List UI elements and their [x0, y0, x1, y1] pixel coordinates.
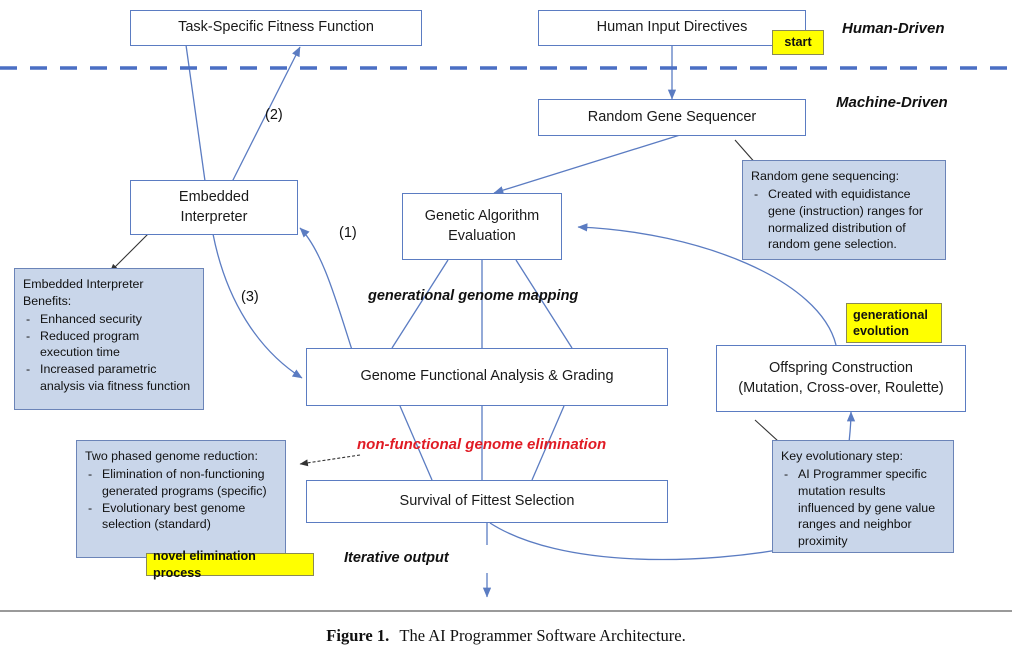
node-label-line1: Offspring Construction — [769, 360, 913, 377]
badge-generational-evolution[interactable]: generational evolution — [846, 303, 942, 343]
edge-genome-to-interpreter — [299, 227, 353, 351]
node-label: Random Gene Sequencer — [587, 108, 757, 125]
note-list: AI Programmer specific mutation results … — [781, 466, 945, 550]
edge-label-step-3: (3) — [241, 289, 259, 305]
node-offspring-construction[interactable]: Offspring Construction (Mutation, Cross-… — [716, 345, 966, 412]
note-embedded-interpreter-benefits: Embedded Interpreter Benefits: Enhanced … — [14, 268, 204, 410]
node-label: Genome Functional Analysis & Grading — [360, 368, 614, 385]
node-label: Task-Specific Fitness Function — [178, 19, 374, 36]
edge-label-iterative-output: Iterative output — [344, 550, 449, 566]
caption-label: Figure 1. — [326, 626, 390, 645]
footer-rule — [0, 610, 1012, 612]
annot-elimination-note — [299, 454, 361, 467]
note-item: AI Programmer specific mutation results … — [781, 466, 945, 550]
note-list: Created with equidistance gene (instruct… — [751, 186, 937, 253]
badge-label-line1: generational — [853, 307, 928, 322]
note-item: Elimination of non-functioning generated… — [85, 466, 277, 500]
edge-sequencer-to-ga — [493, 134, 681, 195]
badge-start[interactable]: start — [772, 30, 824, 55]
node-random-gene-sequencer[interactable]: Random Gene Sequencer — [538, 99, 806, 136]
node-embedded-interpreter[interactable]: Embedded Interpreter — [130, 180, 298, 235]
note-item: Increased parametric analysis via fitnes… — [23, 361, 195, 395]
note-header: Key evolutionary step: — [781, 449, 903, 463]
node-label-line2: Interpreter — [180, 208, 248, 225]
caption-text: The AI Programmer Software Architecture. — [399, 626, 686, 645]
lane-label-text: Machine-Driven — [836, 94, 948, 111]
annot-interpreter-note — [109, 233, 149, 273]
node-label-line1: Genetic Algorithm — [424, 208, 540, 225]
edge-label-text: non-functional genome elimination — [357, 436, 607, 453]
note-header: Two phased genome reduction: — [85, 449, 258, 463]
edge-label-text: generational genome mapping — [368, 288, 579, 304]
lane-label-text: Human-Driven — [842, 20, 945, 37]
node-label-line1: Embedded — [178, 189, 250, 206]
note-two-phased-genome-reduction: Two phased genome reduction: Elimination… — [76, 440, 286, 558]
node-label: Survival of Fittest Selection — [399, 492, 575, 509]
edge-label-text: (2) — [265, 107, 283, 123]
note-header: Embedded Interpreter Benefits: — [23, 277, 144, 308]
note-item: Evolutionary best genome selection (stan… — [85, 500, 277, 534]
note-item: Created with equidistance gene (instruct… — [751, 186, 937, 253]
node-task-specific-fitness-function[interactable]: Task-Specific Fitness Function — [130, 10, 422, 46]
edge-interpreter-to-genome — [212, 233, 303, 379]
node-genome-functional-analysis-grading[interactable]: Genome Functional Analysis & Grading — [306, 348, 668, 406]
edge-fitness-to-interpreter — [185, 44, 206, 182]
badge-label: novel elimination process — [153, 549, 256, 580]
edge-label-generational-genome-mapping: generational genome mapping — [368, 288, 578, 304]
note-list: Elimination of non-functioning generated… — [85, 466, 277, 533]
note-random-gene-sequencing: Random gene sequencing: Created with equ… — [742, 160, 946, 260]
badge-label: start — [784, 35, 812, 50]
note-list: Enhanced security Reduced program execut… — [23, 311, 195, 395]
node-genetic-algorithm-evaluation[interactable]: Genetic Algorithm Evaluation — [402, 193, 562, 260]
node-label-line2: Evaluation — [448, 227, 516, 244]
edge-label-text: (3) — [241, 289, 259, 305]
node-label: Human Input Directives — [596, 19, 748, 36]
figure-canvas: Task-Specific Fitness Function Human Inp… — [0, 0, 1012, 654]
node-human-input-directives[interactable]: Human Input Directives — [538, 10, 806, 46]
note-key-evolutionary-step: Key evolutionary step: AI Programmer spe… — [772, 440, 954, 553]
edge-label-step-1: (1) — [339, 225, 357, 241]
lane-label-human-driven: Human-Driven — [842, 20, 945, 37]
node-survival-of-fittest-selection[interactable]: Survival of Fittest Selection — [306, 480, 668, 523]
edge-label-text: Iterative output — [344, 550, 449, 566]
figure-caption: Figure 1. The AI Programmer Software Arc… — [0, 626, 1012, 646]
edge-ga-to-genome-a — [391, 259, 449, 349]
lane-label-machine-driven: Machine-Driven — [836, 94, 948, 111]
note-item: Reduced program execution time — [23, 328, 195, 362]
badge-label-line2: evolution — [853, 324, 909, 338]
note-header: Random gene sequencing: — [751, 169, 900, 183]
node-label-line2: (Mutation, Cross-over, Roulette) — [738, 379, 944, 396]
edge-label-non-functional-genome-elimination: non-functional genome elimination — [357, 436, 606, 453]
edge-label-text: (1) — [339, 225, 357, 241]
edge-ga-to-genome-c — [515, 259, 573, 349]
note-item: Enhanced security — [23, 311, 195, 328]
edge-label-step-2: (2) — [265, 107, 283, 123]
badge-novel-elimination-process[interactable]: novel elimination process — [146, 549, 314, 580]
